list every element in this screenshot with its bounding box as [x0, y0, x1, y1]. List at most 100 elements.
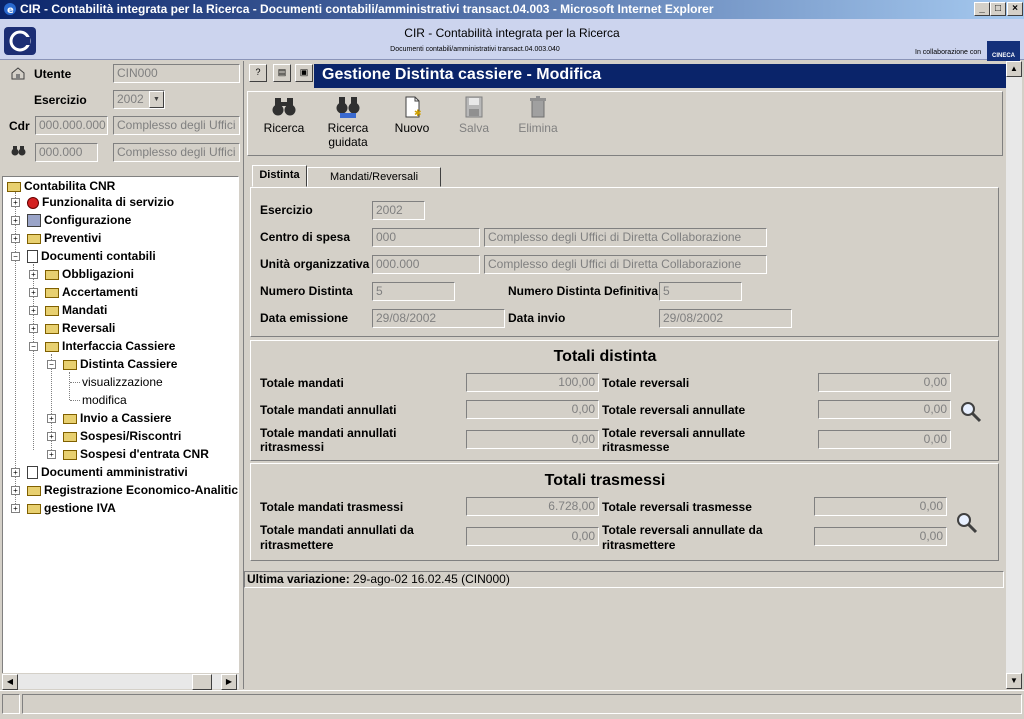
expand-icon[interactable]: +: [11, 486, 20, 495]
help-icon[interactable]: ?: [249, 64, 267, 82]
expand-icon[interactable]: +: [11, 198, 20, 207]
cdr-desc-field[interactable]: Complesso degli Uffici: [113, 116, 240, 135]
trash-icon: [530, 96, 546, 118]
tot-mand-ann-rit-field[interactable]: 0,00: [466, 430, 599, 449]
tab-mandati-reversali[interactable]: Mandati/Reversali: [307, 167, 441, 187]
collapse-icon[interactable]: −: [29, 342, 38, 351]
rev-ann-da-rit-field[interactable]: 0,00: [814, 527, 947, 546]
cdr-code-field[interactable]: 000.000.000: [35, 116, 108, 135]
close-button[interactable]: ×: [1007, 2, 1023, 16]
folder-icon: [63, 413, 77, 424]
elimina-button[interactable]: Elimina: [508, 96, 568, 135]
esercizio-select[interactable]: 2002 ▼: [113, 90, 165, 109]
scroll-right-icon[interactable]: ▶: [221, 674, 237, 690]
expand-icon[interactable]: +: [47, 414, 56, 423]
expand-icon[interactable]: +: [29, 288, 38, 297]
navigation-tree: Contabilita CNR + Funzionalita di serviz…: [2, 176, 239, 688]
tree-item-label: Sospesi/Riscontri: [80, 429, 182, 443]
tree-horizontal-scrollbar[interactable]: ◀ ▶: [2, 673, 239, 690]
tree-item-obbligazioni[interactable]: Obbligazioni: [45, 265, 134, 283]
expand-icon[interactable]: +: [47, 432, 56, 441]
tree-item-modifica[interactable]: modifica: [82, 391, 127, 409]
tot-mandati-field[interactable]: 100,00: [466, 373, 599, 392]
print-icon[interactable]: ▤: [273, 64, 291, 82]
centro-spesa-desc[interactable]: Complesso degli Uffici di Diretta Collab…: [484, 228, 767, 247]
tree-item-distinta-cassiere[interactable]: Distinta Cassiere: [63, 355, 177, 373]
tree-item-label: visualizzazione: [82, 375, 163, 389]
rev-tras-field[interactable]: 0,00: [814, 497, 947, 516]
tree-item-sospesi-entrata[interactable]: Sospesi d'entrata CNR: [63, 445, 209, 463]
salva-button[interactable]: Salva: [444, 96, 504, 135]
magnifier-icon[interactable]: [956, 512, 978, 534]
collapse-icon[interactable]: −: [47, 360, 56, 369]
uo-code-field[interactable]: 000.000: [35, 143, 98, 162]
tot-rev-ann-rit-field[interactable]: 0,00: [818, 430, 951, 449]
tree-item-documenti-contabili[interactable]: Documenti contabili: [27, 247, 156, 265]
utente-label: Utente: [34, 67, 72, 81]
esercizio-field[interactable]: 2002: [372, 201, 425, 220]
tree-item-documenti-amministrativi[interactable]: Documenti amministrativi: [27, 463, 188, 481]
tab-distinta[interactable]: Distinta: [252, 165, 307, 187]
numero-distinta-label: Numero Distinta: [260, 284, 353, 298]
tot-rev-ann-field[interactable]: 0,00: [818, 400, 951, 419]
ricerca-guidata-button[interactable]: Ricerca guidata: [318, 96, 378, 149]
numero-def-field[interactable]: 5: [659, 282, 742, 301]
tree-item-interfaccia-cassiere[interactable]: Interfaccia Cassiere: [45, 337, 175, 355]
centro-spesa-code[interactable]: 000: [372, 228, 480, 247]
expand-icon[interactable]: +: [29, 306, 38, 315]
tree-item-accertamenti[interactable]: Accertamenti: [45, 283, 138, 301]
scroll-down-icon[interactable]: ▼: [1006, 673, 1022, 689]
mand-ann-da-rit-label: Totale mandati annullati da ritrasmettere: [260, 523, 414, 552]
binoculars-icon: [11, 146, 26, 156]
minimize-button[interactable]: _: [974, 2, 990, 16]
data-invio-field[interactable]: 29/08/2002: [659, 309, 792, 328]
tree-item-gestione-iva[interactable]: gestione IVA: [27, 499, 116, 517]
expand-icon[interactable]: +: [29, 324, 38, 333]
tree-item-reversali[interactable]: Reversali: [45, 319, 115, 337]
data-emissione-field[interactable]: 29/08/2002: [372, 309, 505, 328]
tree-item-registrazione[interactable]: Registrazione Economico-Analitica: [27, 481, 238, 499]
expand-icon[interactable]: +: [47, 450, 56, 459]
cdr-label: Cdr: [9, 119, 30, 133]
screen-icon[interactable]: ▣: [295, 64, 313, 82]
tree-item-label: Mandati: [62, 303, 108, 317]
scroll-left-icon[interactable]: ◀: [2, 674, 18, 690]
ricerca-button[interactable]: Ricerca: [254, 96, 314, 135]
mand-ann-da-rit-field[interactable]: 0,00: [466, 527, 599, 546]
magnifier-icon[interactable]: [960, 401, 982, 423]
unita-org-code[interactable]: 000.000: [372, 255, 480, 274]
expand-icon[interactable]: +: [11, 504, 20, 513]
unita-org-desc[interactable]: Complesso degli Uffici di Diretta Collab…: [484, 255, 767, 274]
tree-item-funzionalita[interactable]: Funzionalita di servizio: [27, 193, 174, 211]
nuovo-button[interactable]: ✱ Nuovo: [382, 96, 442, 135]
nuovo-label: Nuovo: [394, 121, 430, 135]
scroll-up-icon[interactable]: ▲: [1006, 61, 1022, 77]
vertical-scrollbar[interactable]: ▲ ▼: [1006, 61, 1022, 689]
config-icon: [27, 214, 41, 228]
tree-root-label: Contabilita CNR: [24, 179, 116, 193]
tot-mand-ann-field[interactable]: 0,00: [466, 400, 599, 419]
tree-item-invio-cassiere[interactable]: Invio a Cassiere: [63, 409, 171, 427]
maximize-button[interactable]: □: [990, 2, 1006, 16]
ricerca-label: Ricerca: [263, 121, 305, 135]
chevron-down-icon[interactable]: ▼: [149, 91, 164, 108]
tot-reversali-field[interactable]: 0,00: [818, 373, 951, 392]
stop-icon: [27, 196, 39, 209]
ultima-variazione-label: Ultima variazione:: [247, 572, 350, 586]
mand-tras-field[interactable]: 6.728,00: [466, 497, 599, 516]
scroll-thumb[interactable]: [192, 674, 212, 690]
expand-icon[interactable]: +: [11, 468, 20, 477]
tree-item-preventivi[interactable]: Preventivi: [27, 229, 101, 247]
expand-icon[interactable]: +: [11, 234, 20, 243]
tree-item-mandati[interactable]: Mandati: [45, 301, 107, 319]
collapse-icon[interactable]: −: [11, 252, 20, 261]
header-title: CIR - Contabilità integrata per la Ricer…: [404, 26, 620, 40]
numero-distinta-field[interactable]: 5: [372, 282, 455, 301]
tree-item-visualizzazione[interactable]: visualizzazione: [82, 373, 163, 391]
expand-icon[interactable]: +: [29, 270, 38, 279]
expand-icon[interactable]: +: [11, 216, 20, 225]
uo-desc-field[interactable]: Complesso degli Uffici: [113, 143, 240, 162]
utente-field[interactable]: CIN000: [113, 64, 240, 83]
tree-item-configurazione[interactable]: Configurazione: [27, 211, 131, 229]
tree-item-sospesi-riscontri[interactable]: Sospesi/Riscontri: [63, 427, 181, 445]
